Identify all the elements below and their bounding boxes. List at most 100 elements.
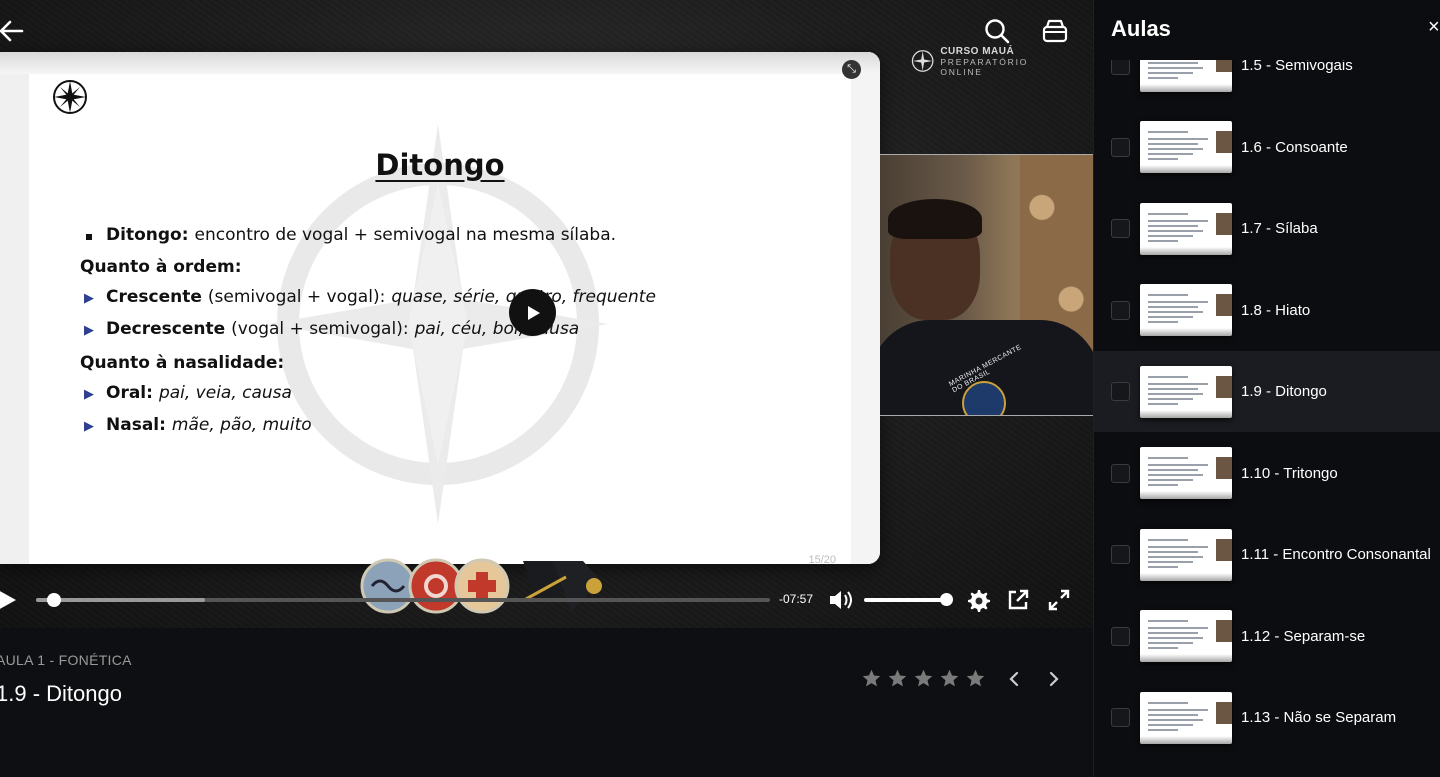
nasal-term: Nasal: <box>106 415 166 435</box>
crescente-row: ▶ Crescente (semivogal + vogal): quase, … <box>80 282 656 314</box>
star-icon[interactable] <box>939 668 960 689</box>
decrescente-row: ▶ Decrescente (vogal + semivogal): pai, … <box>80 314 656 346</box>
play-pause-button[interactable] <box>0 588 18 612</box>
previous-lesson-chevron-icon[interactable] <box>1003 668 1025 690</box>
slide-frame-right <box>851 52 880 564</box>
oral-examples: pai, veia, causa <box>158 383 292 403</box>
slide-body: Ditongo: encontro de vogal + semivogal n… <box>80 220 656 442</box>
star-icon[interactable] <box>861 668 882 689</box>
star-icon[interactable] <box>913 668 934 689</box>
lesson-item-label: 1.9 - Ditongo <box>1241 383 1327 400</box>
lesson-item-label: 1.6 - Consoante <box>1241 138 1348 156</box>
order-heading: Quanto à ordem: <box>80 257 242 277</box>
lesson-checkbox[interactable] <box>1111 708 1130 727</box>
triangle-bullet-icon: ▶ <box>84 291 94 306</box>
definition-row: Ditongo: encontro de vogal + semivogal n… <box>80 220 656 250</box>
nasal-examples: mãe, pão, muito <box>171 415 312 435</box>
lesson-list-item[interactable]: 1.12 - Separam-se <box>1094 596 1440 677</box>
close-icon[interactable]: × <box>1428 16 1440 40</box>
lesson-thumbnail <box>1140 202 1232 255</box>
lesson-list-item[interactable]: 1.13 - Não se Separam <box>1094 677 1440 758</box>
course-player-app: CURSO MAUÁ PREPARATÓRIO ONLINE Ditongo D… <box>0 0 1440 777</box>
nasal-row: ▶ Nasal: mãe, pão, muito <box>80 410 656 442</box>
lesson-thumbnail <box>1140 447 1232 499</box>
instructor-webcam: MARINHA MERCANTE DO BRASIL <box>880 154 1093 416</box>
popout-window-icon[interactable] <box>1005 587 1031 613</box>
lesson-checkbox[interactable] <box>1111 626 1130 646</box>
lesson-checkbox[interactable] <box>1111 545 1130 564</box>
square-bullet-icon <box>86 234 92 240</box>
sidebar-header: Aulas × <box>1094 0 1440 60</box>
brand-name: CURSO MAUÁ <box>940 45 1015 57</box>
triangle-bullet-icon: ▶ <box>84 323 94 338</box>
lesson-checkbox[interactable] <box>1111 300 1130 320</box>
volume-slider[interactable] <box>864 598 946 602</box>
lesson-item-label: 1.8 - Hiato <box>1241 301 1311 319</box>
next-lesson-chevron-icon[interactable] <box>1043 668 1065 690</box>
time-remaining: -07:57 <box>779 592 814 606</box>
definition-term: Ditongo: <box>106 225 189 245</box>
seek-buffer <box>36 598 205 602</box>
settings-gear-icon[interactable] <box>965 587 991 613</box>
lesson-thumbnail <box>1140 691 1232 744</box>
lesson-title: 1.9 - Ditongo <box>0 681 122 706</box>
crescente-rule: (semivogal + vogal): <box>207 287 386 307</box>
decrescente-rule: (vogal + semivogal): <box>231 319 409 339</box>
volume-handle[interactable] <box>940 593 953 606</box>
rating-stars[interactable] <box>861 668 986 689</box>
player-area: CURSO MAUÁ PREPARATÓRIO ONLINE Ditongo D… <box>0 0 1093 628</box>
brand-tagline: PREPARATÓRIO ONLINE <box>940 56 1029 77</box>
play-icon <box>0 591 16 609</box>
lesson-checkbox[interactable] <box>1111 382 1130 401</box>
sidebar-title: Aulas <box>1111 16 1171 41</box>
lesson-item-label: 1.10 - Tritongo <box>1241 464 1338 482</box>
lesson-item-label: 1.7 - Sílaba <box>1241 220 1318 237</box>
player-controls: -07:57 <box>0 578 1093 622</box>
lesson-checkbox[interactable] <box>1111 463 1130 483</box>
lesson-checkbox[interactable] <box>1111 219 1130 238</box>
decrescente-term: Decrescente <box>106 319 226 339</box>
volume-icon[interactable] <box>828 588 854 612</box>
instructor-hair <box>888 199 982 239</box>
seek-bar[interactable] <box>36 593 770 607</box>
library-box-icon[interactable] <box>1040 16 1070 46</box>
lesson-item-label: 1.13 - Não se Separam <box>1241 709 1397 726</box>
oral-term: Oral: <box>106 383 153 403</box>
lesson-thumbnail <box>1140 284 1232 336</box>
lesson-thumbnail <box>1140 528 1232 581</box>
center-play-button[interactable] <box>509 289 556 336</box>
lesson-checkbox[interactable] <box>1111 137 1130 157</box>
lesson-thumbnail <box>1140 365 1232 418</box>
back-arrow-icon[interactable] <box>0 16 26 46</box>
lesson-list-item[interactable]: 1.8 - Hiato <box>1094 270 1440 351</box>
star-icon[interactable] <box>887 668 908 689</box>
minimize-slide-icon[interactable]: ⤡ <box>842 60 861 79</box>
lessons-sidebar: 1.5 - Semivogais 1.6 - Consoante 1.7 - Síl… <box>1093 0 1440 777</box>
fullscreen-icon[interactable] <box>1046 587 1072 613</box>
compass-logo-icon <box>911 50 934 72</box>
lesson-info: AULA 1 - FONÉTICA 1.9 - Ditongo <box>0 628 1093 777</box>
lesson-list-item[interactable]: 1.11 - Encontro Consonantal <box>1094 514 1440 595</box>
compass-rose-icon <box>53 80 87 114</box>
star-icon[interactable] <box>965 668 986 689</box>
definition-text: encontro de vogal + semivogal na mesma s… <box>194 225 617 245</box>
crescente-term: Crescente <box>106 287 202 307</box>
lesson-item-label: 1.12 - Separam-se <box>1241 627 1366 645</box>
search-icon[interactable] <box>982 16 1012 46</box>
module-label: AULA 1 - FONÉTICA <box>0 652 132 668</box>
lesson-item-label: 1.11 - Encontro Consonantal <box>1241 546 1431 563</box>
lesson-list-item[interactable]: 1.7 - Sílaba <box>1094 188 1440 269</box>
lesson-thumbnail <box>1140 610 1232 662</box>
oral-row: ▶ Oral: pai, veia, causa <box>80 378 656 410</box>
triangle-bullet-icon: ▶ <box>84 419 94 434</box>
lesson-thumbnail <box>1140 121 1232 173</box>
lecture-slide[interactable]: Ditongo Ditongo: encontro de vogal + sem… <box>0 52 880 564</box>
lesson-list-item[interactable]: 1.9 - Ditongo <box>1094 351 1440 432</box>
play-icon <box>527 305 540 320</box>
lesson-list-item[interactable]: 1.6 - Consoante <box>1094 107 1440 188</box>
nasal-heading: Quanto à nasalidade: <box>80 353 285 373</box>
lesson-list-item[interactable]: 1.10 - Tritongo <box>1094 433 1440 514</box>
brand-logo: CURSO MAUÁ PREPARATÓRIO ONLINE <box>911 45 1071 77</box>
slide-counter: 15/20 <box>808 554 836 564</box>
seek-handle[interactable] <box>47 593 61 607</box>
